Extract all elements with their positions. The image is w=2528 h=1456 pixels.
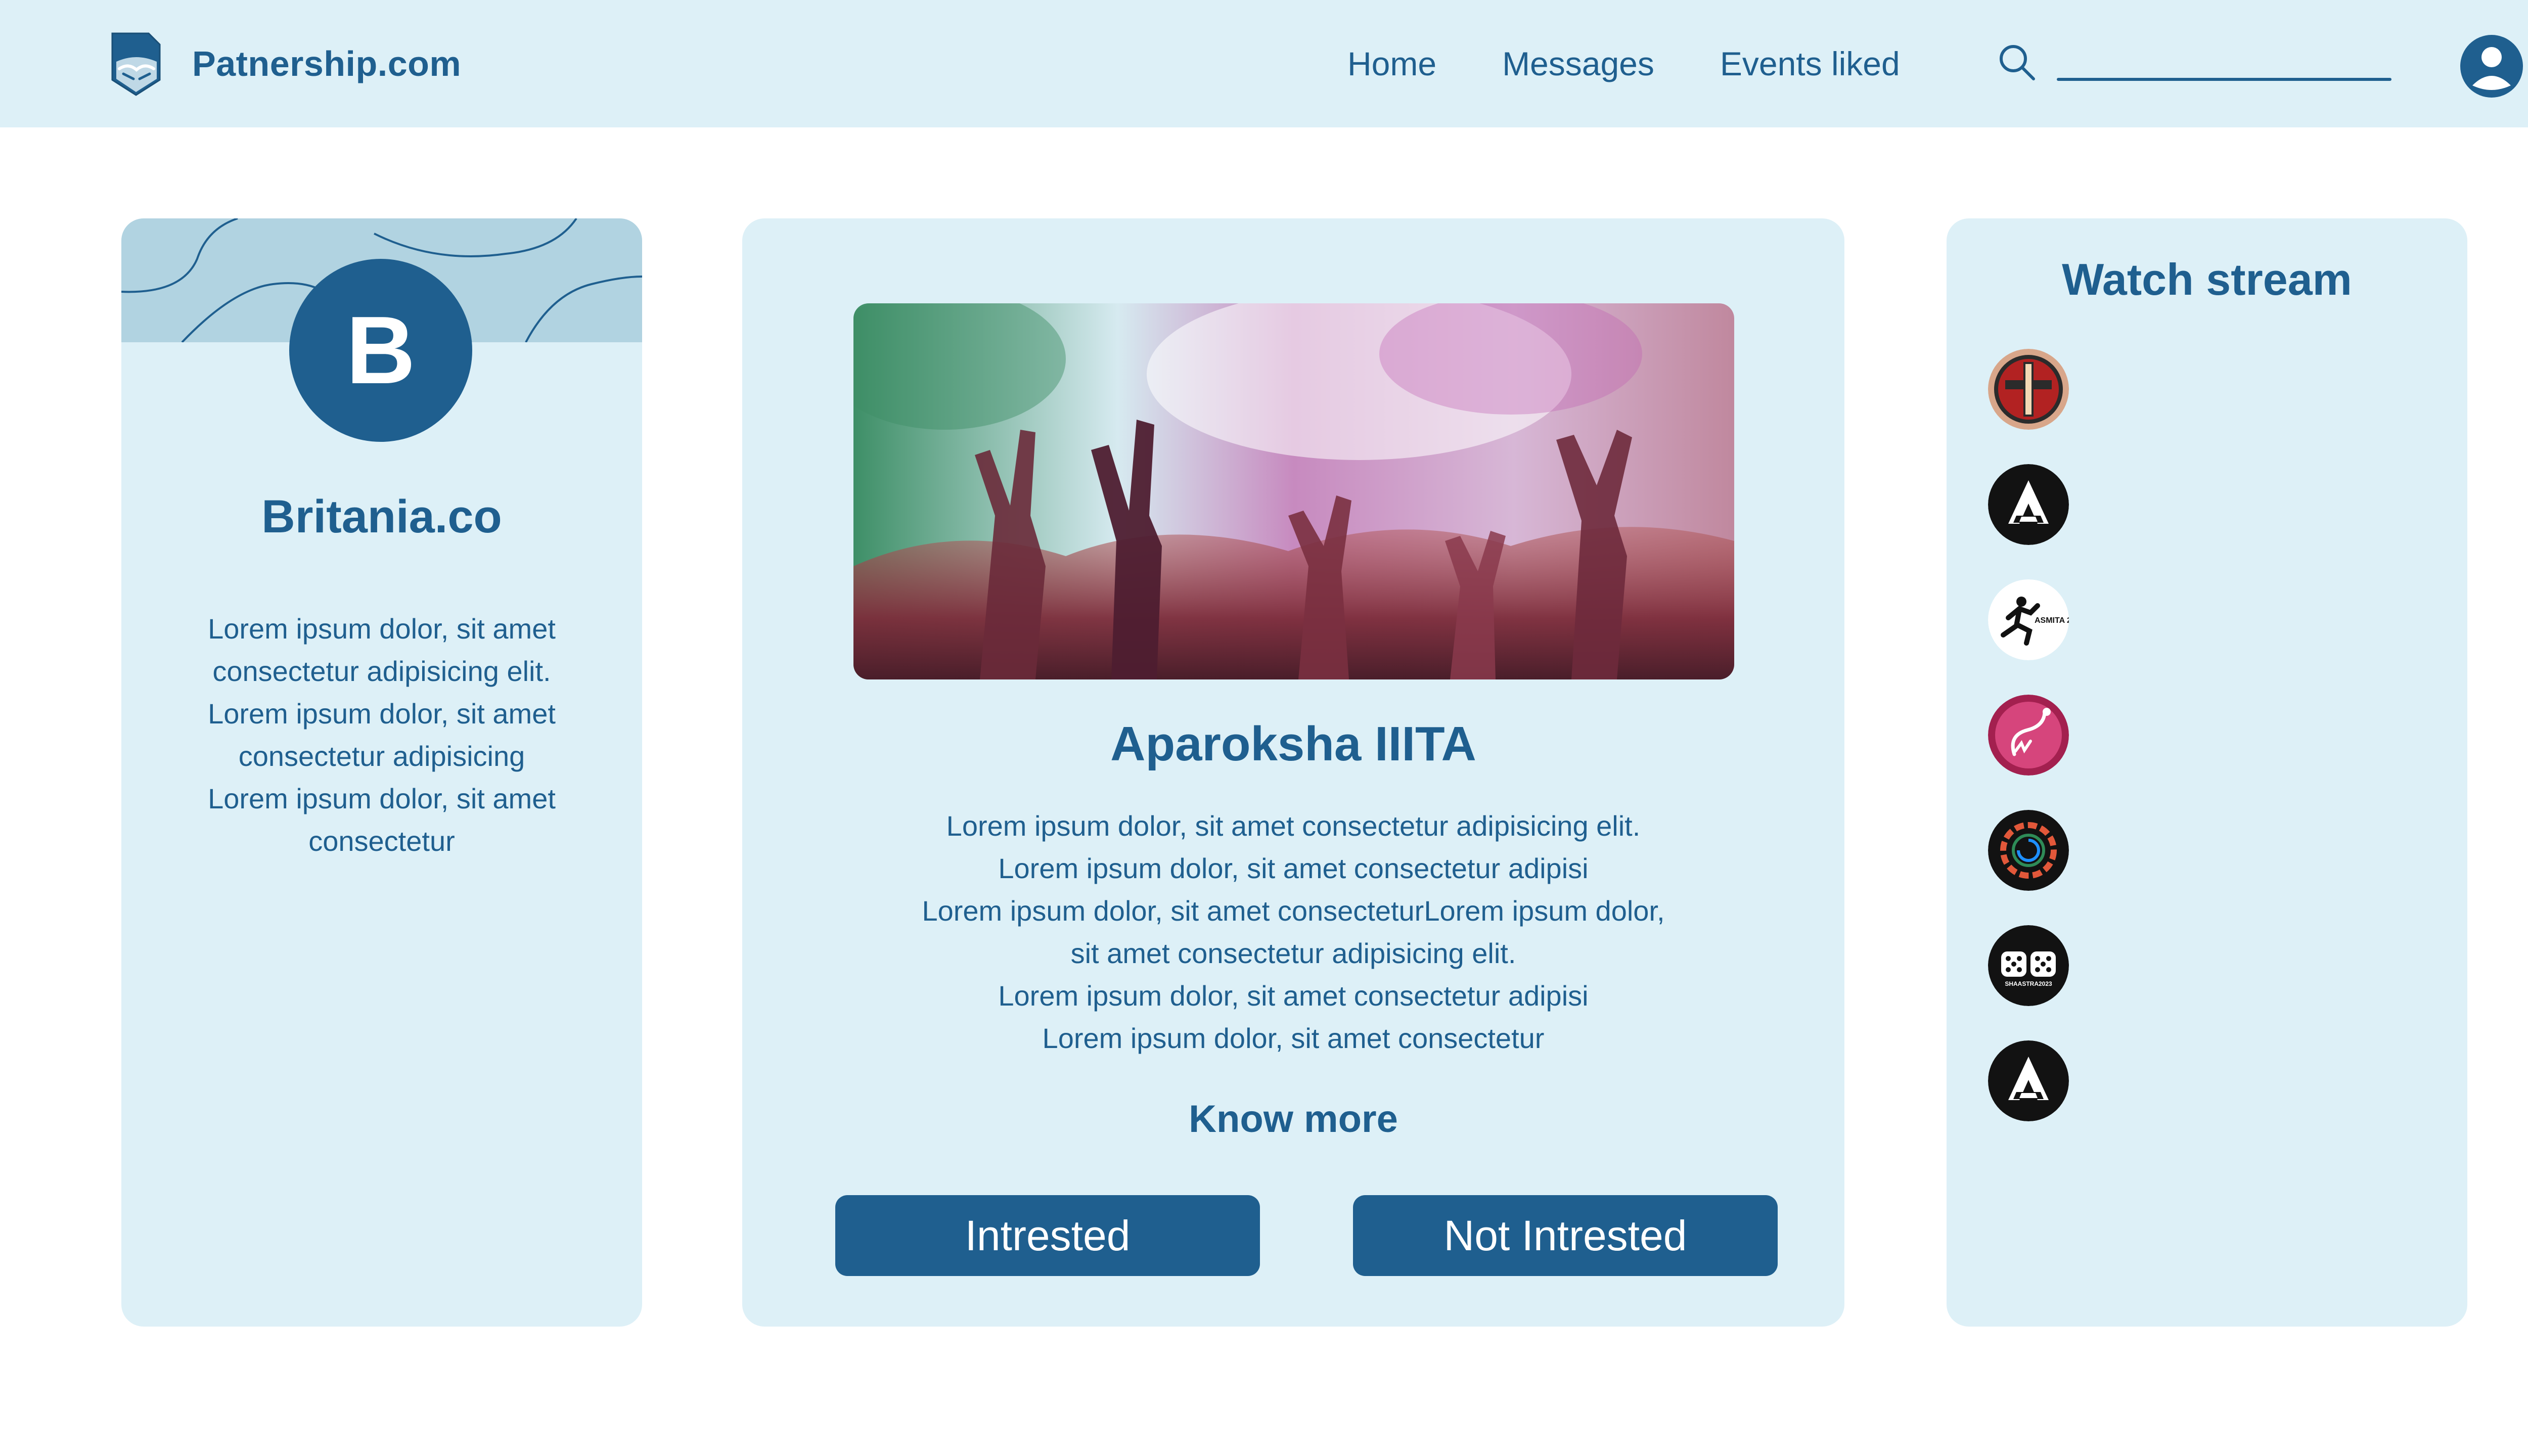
a-logo-icon [1988,1040,2069,1121]
event-desc-line: Lorem ipsum dolor, sit amet consecteturL… [922,895,1665,927]
company-desc-line: Lorem ipsum dolor, sit amet [208,698,556,730]
stream-item[interactable] [1988,464,2069,545]
nav-links: Home Messages Events liked [1347,0,1900,127]
search-icon[interactable] [1997,42,2037,82]
watch-stream-title: Watch stream [2062,254,2352,304]
company-desc-line: consectetur [308,825,455,857]
search-input[interactable] [2057,78,2391,81]
user-icon [2472,47,2511,90]
event-desc-line: sit amet consectetur adipisicing elit. [1070,937,1516,969]
company-desc-line: consectetur adipisicing elit. [212,655,551,687]
company-desc-line: consectetur adipisicing [238,740,525,772]
stream-item[interactable]: SHAASTRA2023 [1988,925,2069,1006]
top-navbar: Patnership.com Home Messages Events like… [0,0,2528,127]
stream-label: SHAASTRA2023 [2005,980,2052,987]
not-interested-button[interactable]: Not Intrested [1353,1195,1778,1276]
company-initial: B [346,297,416,404]
gear-ring-logo-icon [1988,810,2069,891]
nav-events-liked[interactable]: Events liked [1720,44,1900,83]
concert-crowd-image [853,303,1734,679]
company-desc-line: Lorem ipsum dolor, sit amet [208,783,556,814]
event-desc-line: Lorem ipsum dolor, sit amet consectetur … [998,852,1589,884]
watch-stream-card: Watch stream ASMITA 20 [1947,218,2467,1327]
company-description: Lorem ipsum dolor, sit amet consectetur … [157,608,607,862]
know-more-link[interactable]: Know more [742,1097,1844,1141]
event-card: Aparoksha IIITA Lorem ipsum dolor, sit a… [742,218,1844,1327]
stream-item[interactable] [1988,695,2069,776]
a-logo-icon [1988,464,2069,545]
stream-item[interactable] [1988,810,2069,891]
stream-item[interactable] [1988,1040,2069,1121]
stream-item[interactable] [1988,349,2069,430]
event-description: Lorem ipsum dolor, sit amet consectetur … [838,805,1748,1060]
profile-avatar[interactable] [2460,35,2523,98]
stream-item[interactable]: ASMITA 20 [1988,579,2069,660]
nav-messages[interactable]: Messages [1502,44,1654,83]
company-avatar: B [289,259,472,442]
event-desc-line: Lorem ipsum dolor, sit amet consectetur [1042,1022,1545,1054]
company-card: B Britania.co Lorem ipsum dolor, sit ame… [121,218,642,1327]
event-desc-line: Lorem ipsum dolor, sit amet consectetur … [946,810,1641,842]
interested-button[interactable]: Intrested [835,1195,1260,1276]
cross-emblem-icon [1988,349,2069,430]
event-desc-line: Lorem ipsum dolor, sit amet consectetur … [998,980,1589,1012]
shield-handshake-logo-icon [111,32,161,96]
brand-name: Patnership.com [192,44,462,83]
company-desc-line: Lorem ipsum dolor, sit amet [208,613,556,645]
dice-logo-icon: SHAASTRA2023 [1988,925,2069,1006]
runner-logo-icon: ASMITA 20 [1988,579,2069,660]
brand[interactable]: Patnership.com [108,32,462,96]
event-title: Aparoksha IIITA [1110,717,1476,771]
stream-label: ASMITA 20 [2035,616,2069,625]
company-name: Britania.co [261,491,502,542]
nav-home[interactable]: Home [1347,44,1436,83]
pink-music-logo-icon [1988,695,2069,776]
